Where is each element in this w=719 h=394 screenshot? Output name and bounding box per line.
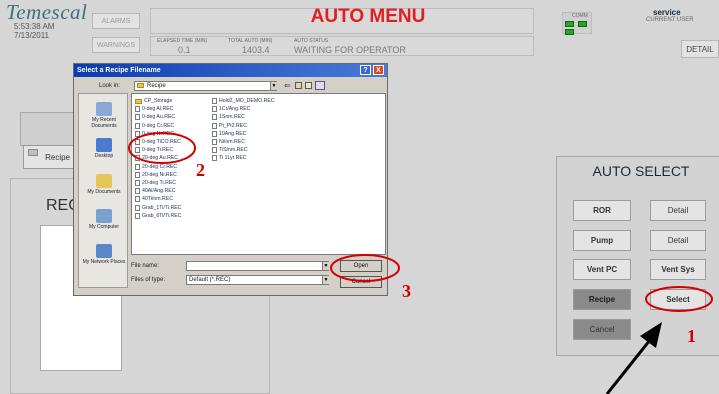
pointer-arrow-line: [605, 339, 652, 394]
annotation-step-2: 2: [196, 160, 205, 180]
annotation-layer: [128, 132, 713, 394]
annotation-circle-open: [330, 254, 400, 282]
annotation-step-1: 1: [687, 326, 696, 346]
pointer-arrow-head: [640, 322, 662, 348]
annotation-step-3: 3: [402, 281, 411, 301]
annotation-circle-files: [128, 132, 196, 164]
annotation-circle-select: [645, 286, 713, 312]
